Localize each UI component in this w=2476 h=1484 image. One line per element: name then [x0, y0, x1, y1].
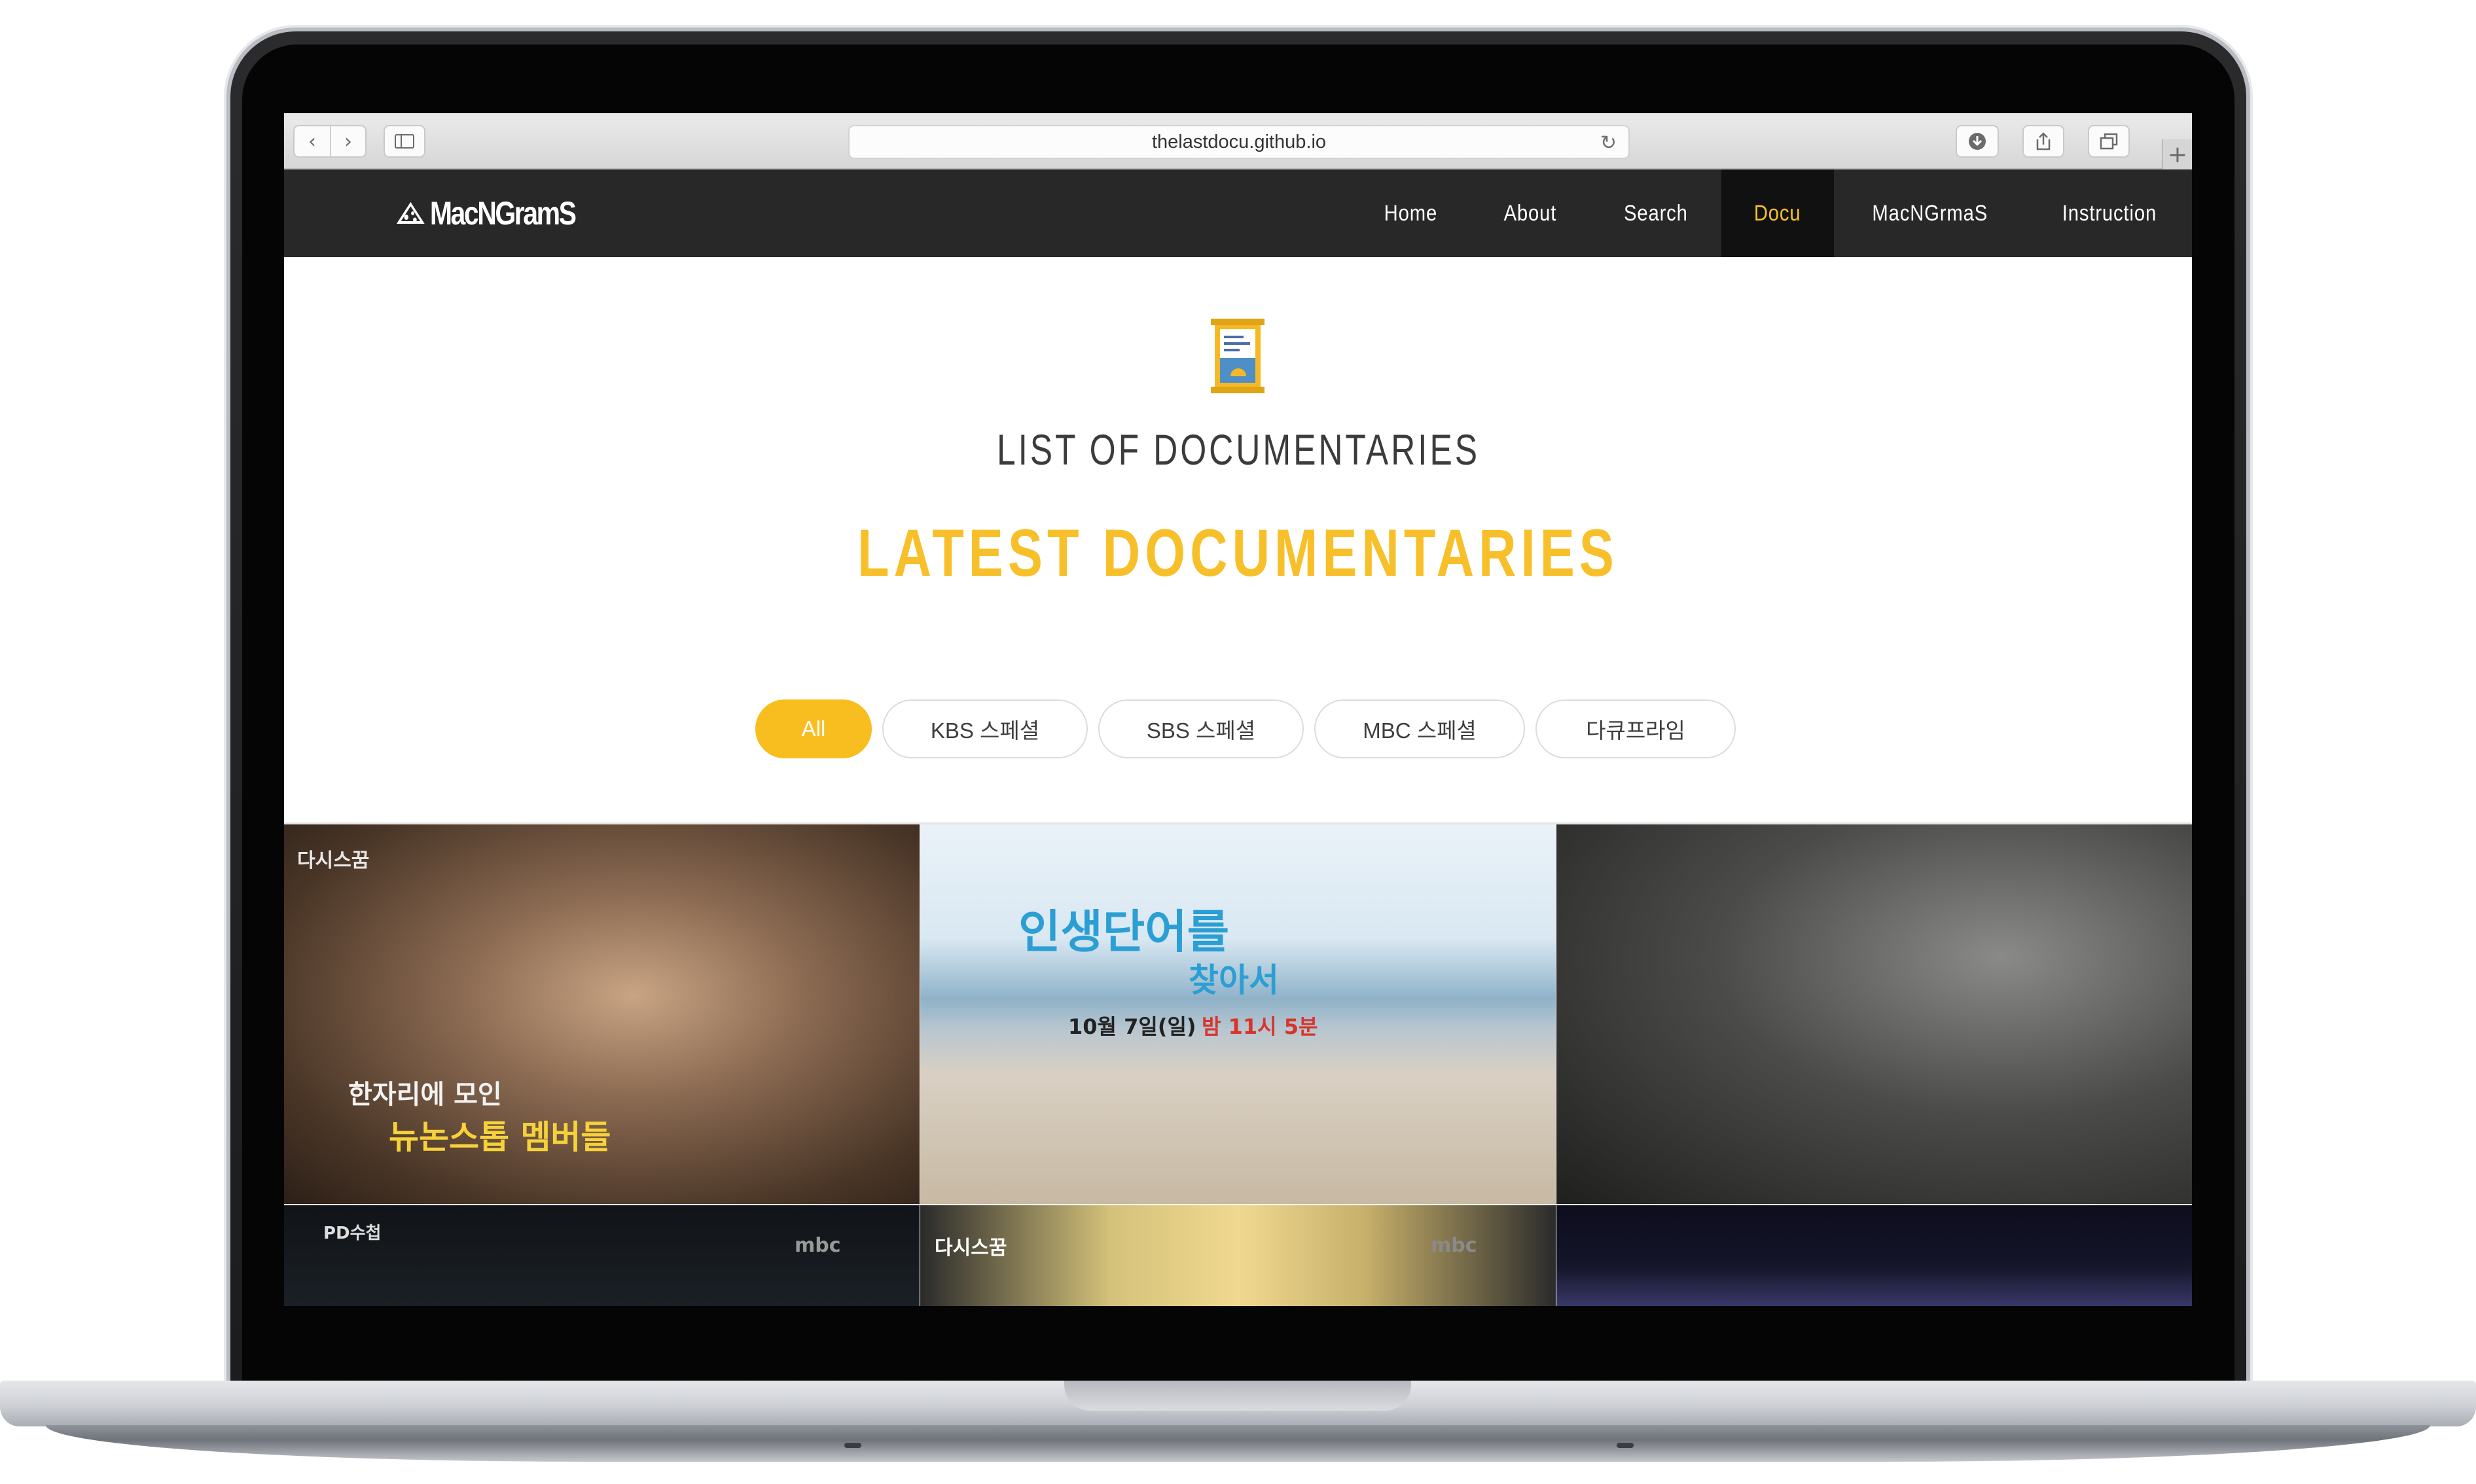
filter-kbs[interactable]: KBS 스페셜	[882, 699, 1088, 758]
card-caption: 밤 11시 5분	[1202, 1014, 1318, 1039]
section-subtitle: LIST OF DOCUMENTARIES	[996, 425, 1480, 474]
documentary-card[interactable]: 다시스꿈 mbc	[920, 1205, 1556, 1306]
category-filters: All KBS 스페셜 SBS 스페셜 MBC 스페셜 다큐프라임	[755, 699, 1736, 758]
laptop-foot	[844, 1443, 861, 1448]
forward-icon[interactable]: ›	[329, 126, 365, 156]
card-caption: 다시스꿈	[935, 1237, 1007, 1260]
filter-sbs[interactable]: SBS 스페셜	[1098, 699, 1304, 758]
logo-icon	[397, 202, 425, 224]
share-icon[interactable]	[2022, 125, 2064, 158]
section-title: LATEST DOCUMENTARIES	[857, 516, 1619, 590]
download-icon[interactable]	[1956, 125, 1999, 158]
card-caption: 찾아서	[1189, 961, 1279, 999]
menu-label: Instruction	[2062, 200, 2157, 226]
card-badge: 다시스꿈	[297, 849, 370, 872]
menu-label: MacNGrmaS	[1872, 200, 1988, 226]
browser-toolbar: ‹ › thelastdocu.github.io ↻ +	[284, 113, 2192, 169]
sidebar-icon[interactable]	[384, 125, 425, 158]
menu-label: Home	[1384, 200, 1438, 226]
filter-all[interactable]: All	[755, 699, 872, 758]
card-caption: 10월 7일(일)	[1068, 1014, 1196, 1039]
card-caption: 한자리에 모인	[348, 1080, 502, 1110]
menu-item-docu[interactable]: Docu	[1721, 169, 1834, 257]
history-nav: ‹ ›	[293, 125, 367, 158]
documentary-card[interactable]	[1556, 1205, 2192, 1306]
menu-item-about[interactable]: About	[1471, 169, 1590, 257]
documentary-card[interactable]: 인생단어를 찾아서 10월 7일(일) 밤 11시 5분	[920, 824, 1556, 1204]
filter-docuprime[interactable]: 다큐프라임	[1535, 699, 1736, 758]
document-icon	[1211, 319, 1265, 393]
logo-text: MacNGramS	[429, 195, 577, 232]
menu-label: About	[1503, 200, 1556, 226]
card-caption: mbc	[1431, 1234, 1477, 1257]
documentary-card[interactable]: PD수첩 mbc	[284, 1205, 920, 1306]
reload-icon[interactable]: ↻	[1600, 132, 1617, 154]
menu-item-instruction[interactable]: Instruction	[2026, 169, 2192, 257]
main-menu: Home About Search Docu MacNGrmaS Instruc…	[1351, 169, 2192, 257]
url-text: thelastdocu.github.io	[1151, 131, 1327, 152]
laptop-base-bottom	[46, 1425, 2430, 1462]
menu-label: Docu	[1754, 200, 1801, 226]
new-tab-icon[interactable]: +	[2162, 139, 2192, 169]
documentary-card[interactable]	[1556, 824, 2192, 1204]
tabs-icon[interactable]	[2088, 125, 2130, 158]
card-caption: 인생단어를	[1018, 905, 1229, 959]
menu-label: Search	[1623, 200, 1688, 226]
menu-item-search[interactable]: Search	[1590, 169, 1722, 257]
card-caption: 뉴논스톱 멤버들	[389, 1118, 611, 1156]
site-logo[interactable]: MacNGramS	[397, 188, 577, 239]
address-bar[interactable]: thelastdocu.github.io ↻	[848, 125, 1630, 159]
site-navbar: MacNGramS Home About Search Docu MacNGrm…	[284, 169, 2192, 257]
menu-item-home[interactable]: Home	[1351, 169, 1471, 257]
back-icon[interactable]: ‹	[295, 126, 330, 156]
card-caption: mbc	[795, 1234, 841, 1257]
documentary-card[interactable]: 다시스꿈 한자리에 모인 뉴논스톱 멤버들	[284, 824, 920, 1204]
laptop-foot	[1617, 1443, 1634, 1448]
filter-mbc[interactable]: MBC 스페셜	[1314, 699, 1525, 758]
card-caption: PD수첩	[323, 1224, 382, 1243]
laptop-notch	[1064, 1381, 1411, 1411]
menu-item-macngrmas[interactable]: MacNGrmaS	[1834, 169, 2026, 257]
documentary-grid: 다시스꿈 한자리에 모인 뉴논스톱 멤버들 인생단어를 찾아서 10월 7일(일…	[284, 822, 2192, 1306]
screen: ‹ › thelastdocu.github.io ↻ + MacNGramS	[284, 113, 2192, 1306]
